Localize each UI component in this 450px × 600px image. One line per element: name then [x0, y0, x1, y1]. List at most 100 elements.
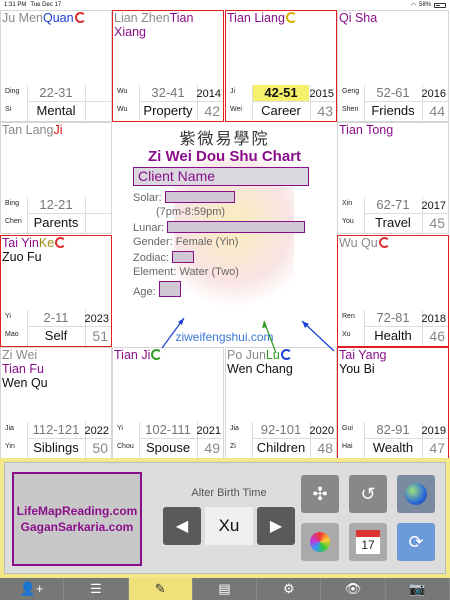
status-time: 1:31 PM: [4, 2, 27, 8]
lollipop-icon[interactable]: [301, 523, 339, 561]
heavenly-stem: Ren: [342, 313, 355, 320]
palace-name: Siblings: [33, 440, 79, 455]
decade-range: 22-31: [39, 85, 73, 100]
palace-year: 2014: [196, 88, 221, 100]
earthly-branch: Yin: [5, 443, 15, 450]
tab-add-client[interactable]: 👤+: [0, 578, 65, 600]
palace-name: Wealth: [372, 440, 414, 455]
palace-spouse[interactable]: Tian Ji Yi Chou 102-111 Spouse 2021 49: [112, 347, 224, 459]
divider: [85, 197, 86, 233]
palace-travel[interactable]: Tian Tong Xin You 62-71 Travel 2017 45: [337, 122, 449, 234]
palace-footer: Xin You 62-71 Travel 2017 45: [338, 197, 448, 233]
divider: [252, 438, 336, 439]
star-label: Tian Ji: [114, 348, 151, 362]
palace-wealth[interactable]: Tai Yang You Bi Gui Hai 82-91 Wealth 2019 47: [337, 347, 449, 459]
transform-cycle-icon: [280, 349, 292, 360]
history-icon[interactable]: ↺: [349, 475, 387, 513]
logo-box[interactable]: LifeMapReading.com GaganSarkaria.com: [12, 472, 142, 566]
star-label: Wen Qu: [2, 376, 48, 390]
zodiac-value: [172, 251, 195, 263]
client-name-field[interactable]: Client Name: [133, 167, 309, 186]
palace-age: 49: [204, 440, 220, 456]
heavenly-stem: Xin: [342, 200, 353, 207]
divider: [27, 326, 111, 327]
transform-cycle-icon: [285, 12, 297, 23]
age-row: Age:: [133, 281, 181, 299]
heavenly-stem: Bing: [5, 200, 20, 207]
star-label: Ji: [53, 123, 63, 137]
palace-stars: Lian ZhenTian Xiang: [114, 11, 222, 39]
palace-friends[interactable]: Qi Sha Geng Shen 52-61 Friends 2016 44: [337, 10, 449, 122]
palace-stars: Tai Yang You Bi: [339, 348, 447, 376]
calendar-icon[interactable]: 17: [349, 523, 387, 561]
globe-icon[interactable]: [397, 475, 435, 513]
palace-career[interactable]: Tian Liang Ji Wei 42-51 Career 2015 43: [225, 10, 337, 122]
palace-self[interactable]: Tai YinKe Zuo Fu Yi Mao 2-11 Self 2023 51: [0, 235, 112, 347]
decade-range: 82-91: [376, 422, 410, 437]
palace-year: 2020: [309, 425, 334, 437]
status-date: Tue Dec 17: [30, 2, 62, 8]
divider: [27, 213, 111, 214]
star-label: Qi Sha: [339, 11, 378, 25]
palace-name: Spouse: [145, 440, 191, 455]
palace-year: 2016: [421, 88, 446, 100]
decade-range: 92-101: [260, 422, 302, 437]
palace-mental[interactable]: Ju MenQuan Ding Si 22-31 Mental: [0, 10, 112, 122]
alter-controls: ◀ Xu ▶: [161, 507, 297, 545]
palace-year: 2023: [84, 313, 109, 325]
palace-parents[interactable]: Tan LangJi Bing Chen 12-21 Parents: [0, 122, 112, 234]
palace-age: 47: [429, 440, 445, 456]
palace-year: 2022: [84, 425, 109, 437]
status-bar: 1:31 PM Tue Dec 17 ◠ 58%: [0, 0, 450, 10]
palace-stars: Qi Sha: [339, 11, 447, 25]
transform-cycle-icon: [74, 12, 86, 23]
tab-settings[interactable]: ⚙: [257, 578, 322, 600]
arrow-to-wealth: [301, 320, 335, 352]
tab-view[interactable]: 👁: [321, 578, 386, 600]
palace-stars: Tian Liang: [227, 11, 335, 25]
time-range: (7pm-8:59pm): [156, 206, 226, 218]
earthly-branch: Chen: [5, 218, 22, 225]
palace-footer: Ji Wei 42-51 Career 2015 43: [226, 85, 336, 121]
palace-siblings[interactable]: Zi Wei Tian Fu Wen Qu Jia Yin 112-121 Siblings…: [0, 347, 112, 459]
palace-name: Parents: [33, 215, 79, 230]
palace-year: 2019: [421, 425, 446, 437]
heavenly-stem: Ding: [5, 88, 20, 95]
next-hour-button[interactable]: ▶: [257, 507, 295, 545]
divider: [139, 438, 223, 439]
earthly-branch: Xu: [342, 331, 351, 338]
arrow-to-children: [262, 320, 277, 354]
star-label: Lian Zhen: [114, 11, 170, 25]
palace-stars: Ju MenQuan: [2, 11, 110, 25]
palace-footer: Geng Shen 52-61 Friends 2016 44: [338, 85, 448, 121]
tab-notes[interactable]: ▤: [193, 578, 258, 600]
refresh-icon[interactable]: ⟳: [397, 523, 435, 561]
decade-range: 2-11: [43, 310, 69, 325]
prev-hour-button[interactable]: ◀: [163, 507, 201, 545]
earthly-branch: Si: [5, 106, 12, 113]
star-label: Tai Yin: [2, 236, 39, 250]
palace-footer: Wu Wu 32-41 Property 2014 42: [113, 85, 223, 121]
palace-year: 2017: [421, 200, 446, 212]
palace-stars: Tian Tong: [339, 123, 447, 137]
palace-children[interactable]: Po JunLu Wen Chang Jia Zi 92-101 Children 2020…: [225, 347, 337, 459]
tab-edit[interactable]: ✎: [128, 578, 193, 600]
palace-property[interactable]: Lian ZhenTian Xiang Wu Wu 32-41 Property 2014…: [112, 10, 224, 122]
alter-title: Alter Birth Time: [191, 487, 267, 499]
control-panel: LifeMapReading.com GaganSarkaria.com Alt…: [0, 458, 450, 578]
tab-list[interactable]: ☰: [64, 578, 129, 600]
palace-name: Friends: [371, 103, 415, 118]
palace-name: Health: [374, 328, 412, 343]
palace-health[interactable]: Wu Qu Ren Xu 72-81 Health 2018 46: [337, 235, 449, 347]
compass-icon[interactable]: ✣: [301, 475, 339, 513]
palace-footer: Gui Hai 82-91 Wealth 2019 47: [338, 422, 448, 458]
palace-stars: Tai YinKe Zuo Fu: [2, 236, 110, 264]
solar-label: Solar:: [133, 192, 162, 204]
earthly-branch: Wei: [230, 106, 242, 113]
tab-camera[interactable]: 📷: [386, 578, 450, 600]
palace-stars: Tan LangJi: [2, 123, 110, 137]
star-label: Tian Fu: [2, 362, 44, 376]
palace-footer: Jia Yin 112-121 Siblings 2022 50: [1, 422, 111, 458]
heavenly-stem: Gui: [342, 425, 353, 432]
decade-range: 102-111: [145, 422, 191, 437]
